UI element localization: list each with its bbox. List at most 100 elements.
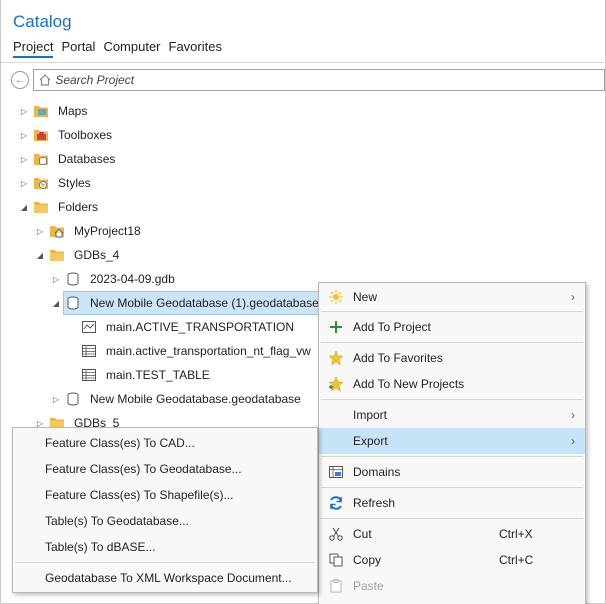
- search-input[interactable]: [55, 73, 604, 87]
- geodatabase-icon: [65, 271, 81, 287]
- collapse-arrow-icon[interactable]: ◢: [19, 202, 29, 212]
- tree-item-label: GDBs_4: [74, 248, 120, 262]
- chevron-right-icon: ›: [571, 408, 575, 422]
- domains-icon: [327, 463, 345, 481]
- submenu-item-feature-class-to-cad[interactable]: Feature Class(es) To CAD...: [13, 430, 317, 456]
- tree-item-label: Databases: [58, 152, 116, 166]
- menu-item-copy[interactable]: Copy Ctrl+C: [319, 547, 585, 573]
- menu-item-label: Import: [353, 408, 388, 422]
- line-feature-class-icon: [81, 319, 97, 335]
- table-icon: [81, 343, 97, 359]
- home-icon: [36, 71, 53, 89]
- search-box[interactable]: [33, 69, 605, 91]
- plus-icon: [327, 318, 345, 336]
- expand-arrow-icon[interactable]: ▷: [19, 130, 29, 140]
- menu-item-label: Copy: [353, 553, 382, 567]
- chevron-right-icon: ›: [571, 434, 575, 448]
- submenu-item-geodatabase-to-xml[interactable]: Geodatabase To XML Workspace Document...: [13, 565, 317, 591]
- menu-item-label: Add To Favorites: [353, 351, 443, 365]
- expand-arrow-icon[interactable]: ▷: [19, 178, 29, 188]
- star-icon: [327, 349, 345, 367]
- collapse-arrow-icon[interactable]: ◢: [35, 250, 45, 260]
- menu-item-label: Add To New Projects: [353, 377, 465, 391]
- menu-item-label: Export: [353, 434, 388, 448]
- home-folder-icon: [49, 223, 65, 239]
- submenu-item-feature-class-to-shapefile[interactable]: Feature Class(es) To Shapefile(s)...: [13, 482, 317, 508]
- menu-item-label: Table(s) To dBASE...: [45, 540, 156, 554]
- databases-folder-icon: [33, 151, 49, 167]
- menu-item-domains[interactable]: Domains: [319, 459, 585, 485]
- export-submenu: Feature Class(es) To CAD... Feature Clas…: [12, 427, 318, 593]
- chevron-right-icon: ›: [571, 290, 575, 304]
- expand-arrow-icon[interactable]: ▷: [35, 226, 45, 236]
- tree-item-label: Maps: [58, 104, 88, 118]
- collapse-arrow-icon[interactable]: ◢: [51, 298, 61, 308]
- tree-item-label: Folders: [58, 200, 99, 214]
- new-sparkle-icon: [327, 288, 345, 306]
- menu-item-export[interactable]: Export ›: [319, 428, 585, 454]
- tree-item-label: main.ACTIVE_TRANSPORTATION: [106, 320, 295, 334]
- tree-item-toolboxes[interactable]: ▷ Toolboxes: [1, 123, 606, 147]
- menu-item-label: Cut: [353, 527, 372, 541]
- tab-project[interactable]: Project: [13, 39, 54, 58]
- toolbox-icon: [33, 127, 49, 143]
- menu-item-label: Domains: [353, 465, 401, 479]
- star-plus-icon: [327, 375, 345, 393]
- pane-title: Catalog: [13, 12, 72, 31]
- tree-item-label: MyProject18: [74, 224, 141, 238]
- tab-divider: [1, 62, 606, 63]
- shortcut-text: Ctrl+X: [499, 527, 533, 541]
- folder-icon: [33, 199, 49, 215]
- scissors-icon: [327, 525, 345, 543]
- copy-icon: [327, 551, 345, 569]
- tree-item-label: 2023-04-09.gdb: [90, 272, 175, 286]
- catalog-tabs: Project Portal Computer Favorites: [13, 39, 222, 58]
- expand-arrow-icon[interactable]: ▷: [51, 394, 61, 404]
- tab-favorites[interactable]: Favorites: [169, 39, 222, 58]
- submenu-item-feature-class-to-geodatabase[interactable]: Feature Class(es) To Geodatabase...: [13, 456, 317, 482]
- tree-item-myproject18[interactable]: ▷ MyProject18: [1, 219, 606, 243]
- menu-item-paste[interactable]: Paste: [319, 573, 585, 599]
- submenu-item-table-to-dbase[interactable]: Table(s) To dBASE...: [13, 534, 317, 560]
- tree-item-styles[interactable]: ▷ Styles: [1, 171, 606, 195]
- styles-folder-icon: [33, 175, 49, 191]
- tab-computer[interactable]: Computer: [103, 39, 160, 58]
- menu-item-label: Feature Class(es) To Shapefile(s)...: [45, 488, 234, 502]
- refresh-icon: [327, 494, 345, 512]
- context-menu: New › Add To Project Add To Favorites Ad…: [318, 282, 586, 604]
- menu-item-label: New: [353, 290, 378, 304]
- tree-item-databases[interactable]: ▷ Databases: [1, 147, 606, 171]
- expand-arrow-icon[interactable]: ▷: [19, 106, 29, 116]
- tree-item-label: main.TEST_TABLE: [106, 368, 210, 382]
- tree-item-folders[interactable]: ◢ Folders: [1, 195, 606, 219]
- submenu-item-table-to-geodatabase[interactable]: Table(s) To Geodatabase...: [13, 508, 317, 534]
- menu-separator: [321, 311, 583, 312]
- back-arrow-icon[interactable]: ←: [11, 71, 29, 89]
- menu-item-label: Add To Project: [353, 320, 431, 334]
- menu-item-new[interactable]: New ›: [319, 284, 585, 310]
- menu-item-label: Paste: [353, 579, 384, 593]
- menu-item-label: Feature Class(es) To Geodatabase...: [45, 462, 242, 476]
- menu-item-import[interactable]: Import ›: [319, 402, 585, 428]
- tree-item-maps[interactable]: ▷ Maps: [1, 99, 606, 123]
- expand-arrow-icon[interactable]: ▷: [19, 154, 29, 164]
- tree-item-label: New Mobile Geodatabase.geodatabase: [90, 392, 301, 406]
- expand-arrow-icon[interactable]: ▷: [51, 274, 61, 284]
- menu-item-add-to-favorites[interactable]: Add To Favorites: [319, 345, 585, 371]
- menu-separator: [321, 399, 583, 400]
- tab-portal[interactable]: Portal: [61, 39, 95, 58]
- menu-item-cut[interactable]: Cut Ctrl+X: [319, 521, 585, 547]
- mobile-geodatabase-icon: [65, 391, 81, 407]
- menu-item-add-to-project[interactable]: Add To Project: [319, 314, 585, 340]
- tree-item-gdbs-4[interactable]: ◢ GDBs_4: [1, 243, 606, 267]
- tree-item-label: main.active_transportation_nt_flag_vw: [106, 344, 311, 358]
- menu-separator: [321, 487, 583, 488]
- menu-item-label: Refresh: [353, 496, 396, 510]
- tree-item-label: New Mobile Geodatabase (1).geodatabase: [90, 296, 319, 310]
- menu-item-label: Feature Class(es) To CAD...: [45, 436, 195, 450]
- search-bar: ←: [11, 69, 605, 91]
- menu-item-add-to-new-projects[interactable]: Add To New Projects: [319, 371, 585, 397]
- menu-separator: [15, 562, 315, 563]
- menu-item-refresh[interactable]: Refresh: [319, 490, 585, 516]
- paste-icon: [327, 577, 345, 595]
